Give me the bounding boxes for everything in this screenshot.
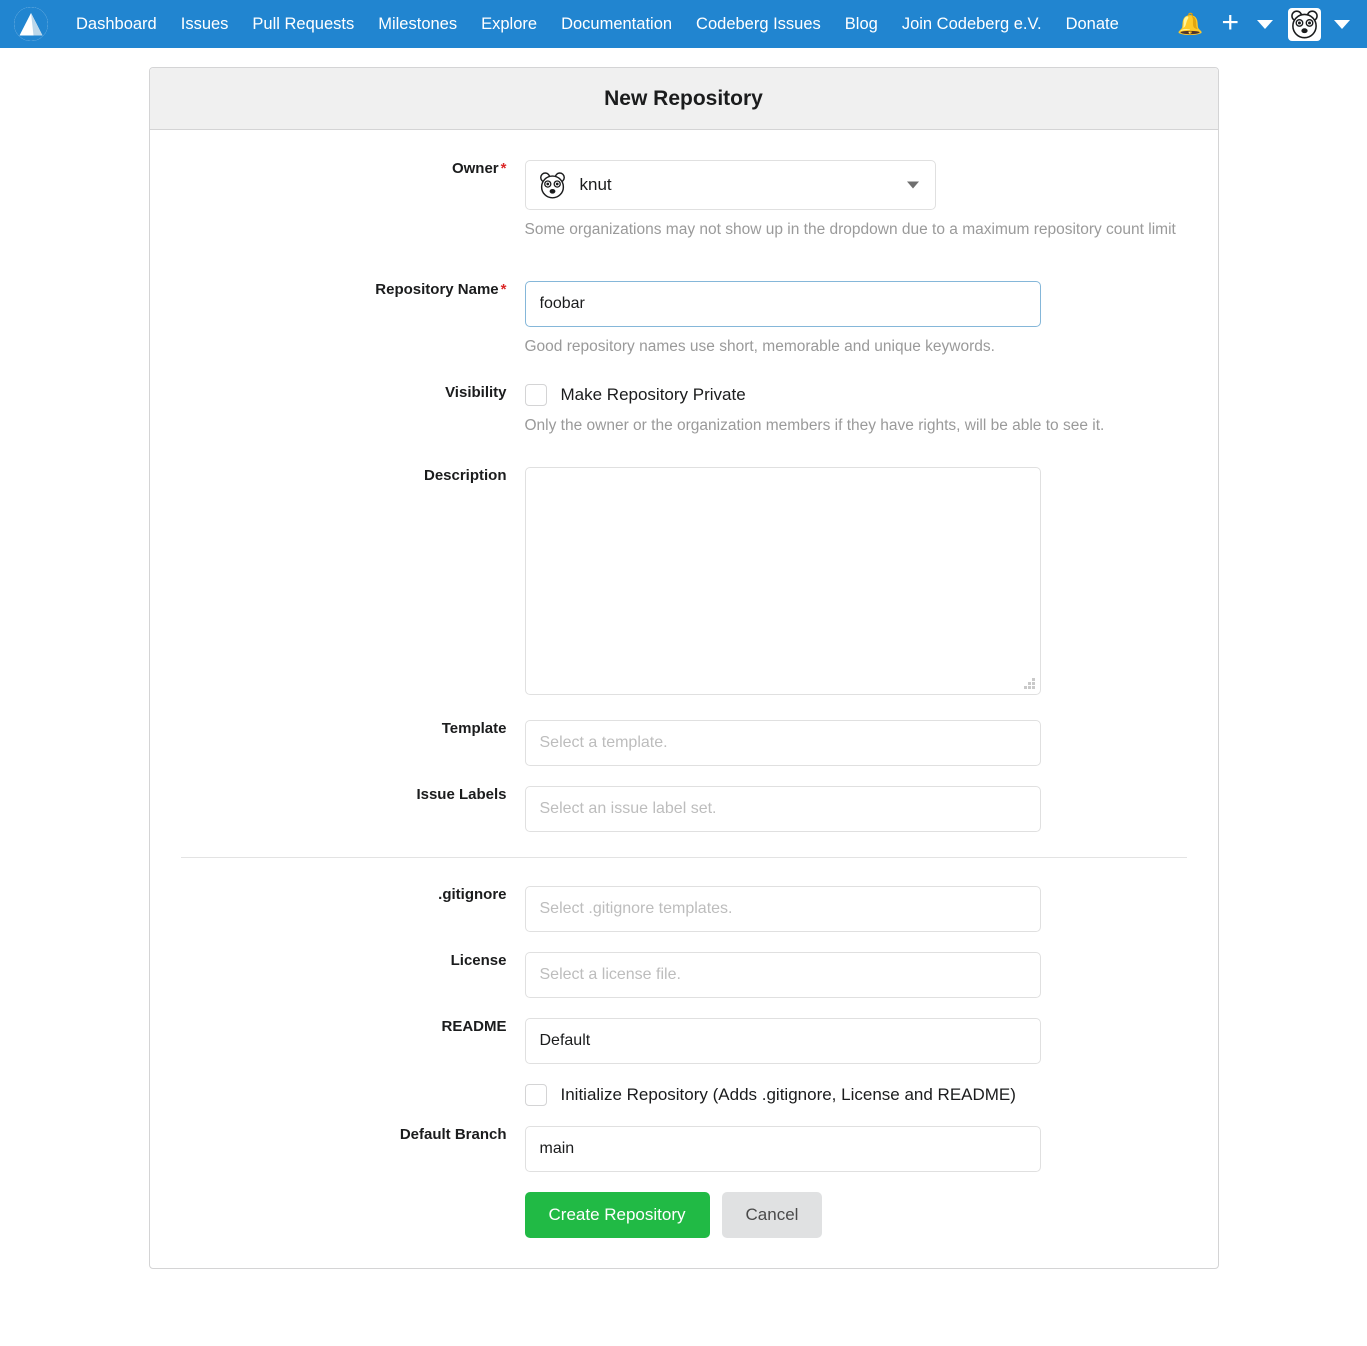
new-repository-card: New Repository Owner * knut Some organiz… bbox=[148, 67, 1219, 1270]
readme-label: README bbox=[172, 1018, 525, 1035]
issue-labels-input[interactable] bbox=[524, 786, 1041, 833]
field-owner: Owner * knut Some organizations may not … bbox=[172, 160, 1196, 241]
field-description: Description bbox=[172, 467, 1196, 696]
field-initialize-repository: Initialize Repository (Adds .gitignore, … bbox=[172, 1084, 1196, 1107]
owner-helper-text: Some organizations may not show up in th… bbox=[524, 221, 1176, 238]
template-input[interactable] bbox=[524, 720, 1041, 767]
description-textarea-wrapper bbox=[524, 467, 1041, 696]
readme-input[interactable] bbox=[524, 1018, 1041, 1065]
description-label: Description bbox=[172, 467, 525, 484]
nav-link-blog[interactable]: Blog bbox=[833, 0, 890, 48]
field-issue-labels: Issue Labels bbox=[172, 786, 1196, 833]
nav-link-dashboard[interactable]: Dashboard bbox=[64, 0, 169, 48]
license-label: License bbox=[172, 952, 525, 969]
required-marker: * bbox=[500, 160, 507, 177]
make-repository-private-label[interactable]: Make Repository Private bbox=[561, 385, 746, 405]
owner-value: knut bbox=[579, 175, 612, 194]
bell-icon[interactable]: 🔔 bbox=[1168, 0, 1212, 48]
gitignore-label-text: .gitignore bbox=[438, 886, 507, 904]
page-content: New Repository Owner * knut Some organiz… bbox=[0, 67, 1367, 1270]
issue-labels-label: Issue Labels bbox=[172, 786, 525, 803]
nav-link-issues[interactable]: Issues bbox=[169, 0, 241, 48]
bell-glyph: 🔔 bbox=[1177, 12, 1204, 36]
license-input[interactable] bbox=[524, 952, 1041, 999]
form-actions: Create Repository Cancel bbox=[524, 1192, 1196, 1239]
license-label-text: License bbox=[450, 952, 507, 970]
gitignore-label: .gitignore bbox=[172, 886, 525, 903]
field-license: License bbox=[172, 952, 1196, 999]
field-visibility: Visibility Make Repository Private Only … bbox=[172, 383, 1196, 437]
owner-label: Owner * bbox=[172, 160, 525, 177]
visibility-checkbox-row: Make Repository Private bbox=[524, 383, 1196, 406]
repository-name-input[interactable] bbox=[524, 281, 1041, 328]
plus-glyph: + bbox=[1221, 6, 1239, 39]
visibility-label-text: Visibility bbox=[445, 383, 507, 401]
user-menu-chevron-down-icon[interactable] bbox=[1325, 0, 1359, 48]
description-label-text: Description bbox=[423, 467, 507, 485]
make-repository-private-checkbox[interactable] bbox=[524, 383, 547, 406]
nav-link-codeberg-issues[interactable]: Codeberg Issues bbox=[684, 0, 833, 48]
page-title: New Repository bbox=[149, 68, 1218, 130]
default-branch-label: Default Branch bbox=[172, 1126, 525, 1143]
owner-dropdown[interactable]: knut bbox=[524, 160, 936, 210]
required-marker: * bbox=[500, 281, 507, 299]
chevron-down-glyph bbox=[1334, 19, 1350, 29]
nav-links: Dashboard Issues Pull Requests Milestone… bbox=[64, 0, 1131, 48]
form-actions-row: Create Repository Cancel bbox=[172, 1192, 1196, 1239]
nav-link-donate[interactable]: Donate bbox=[1054, 0, 1131, 48]
top-navbar: Dashboard Issues Pull Requests Milestone… bbox=[0, 0, 1367, 48]
issue-labels-label-text: Issue Labels bbox=[416, 786, 507, 804]
nav-link-explore[interactable]: Explore bbox=[469, 0, 549, 48]
default-branch-label-text: Default Branch bbox=[399, 1126, 507, 1144]
description-textarea[interactable] bbox=[524, 467, 1041, 696]
field-gitignore: .gitignore bbox=[172, 886, 1196, 933]
create-repository-button[interactable]: Create Repository bbox=[524, 1192, 710, 1239]
section-divider bbox=[180, 857, 1187, 859]
gitignore-input[interactable] bbox=[524, 886, 1041, 933]
navbar-right-actions: 🔔 + bbox=[1168, 0, 1359, 48]
cancel-button[interactable]: Cancel bbox=[721, 1192, 823, 1239]
visibility-label: Visibility bbox=[172, 384, 525, 401]
plus-icon[interactable]: + bbox=[1212, 0, 1248, 48]
template-label: Template bbox=[172, 720, 525, 737]
polar-bear-avatar-icon bbox=[538, 170, 568, 200]
avatar[interactable] bbox=[1288, 7, 1321, 41]
owner-label-text: Owner bbox=[451, 160, 499, 177]
nav-link-documentation[interactable]: Documentation bbox=[549, 0, 684, 48]
field-template: Template bbox=[172, 720, 1196, 767]
repository-name-helper-text: Good repository names use short, memorab… bbox=[524, 338, 995, 356]
chevron-down-glyph bbox=[1257, 19, 1273, 29]
chevron-down-icon[interactable] bbox=[906, 181, 919, 189]
default-branch-input[interactable] bbox=[524, 1126, 1041, 1173]
initialize-repository-label[interactable]: Initialize Repository (Adds .gitignore, … bbox=[561, 1085, 1016, 1105]
create-menu-chevron-down-icon[interactable] bbox=[1248, 0, 1282, 48]
initialize-checkbox-row: Initialize Repository (Adds .gitignore, … bbox=[524, 1084, 1196, 1107]
initialize-repository-checkbox[interactable] bbox=[524, 1084, 547, 1107]
nav-link-join-codeberg[interactable]: Join Codeberg e.V. bbox=[890, 0, 1054, 48]
repository-name-label-text: Repository Name bbox=[375, 281, 499, 299]
nav-link-milestones[interactable]: Milestones bbox=[366, 0, 469, 48]
visibility-helper-text: Only the owner or the organization membe… bbox=[524, 416, 1105, 434]
readme-label-text: README bbox=[441, 1018, 507, 1036]
template-label-text: Template bbox=[441, 720, 507, 738]
repository-name-label: Repository Name * bbox=[172, 281, 525, 298]
codeberg-logo-icon[interactable] bbox=[14, 7, 48, 41]
nav-link-pull-requests[interactable]: Pull Requests bbox=[240, 0, 366, 48]
field-readme: README bbox=[172, 1018, 1196, 1065]
new-repository-form: Owner * knut Some organizations may not … bbox=[150, 130, 1218, 1268]
field-default-branch: Default Branch bbox=[172, 1126, 1196, 1173]
field-repository-name: Repository Name* Good repository names u… bbox=[172, 281, 1196, 358]
